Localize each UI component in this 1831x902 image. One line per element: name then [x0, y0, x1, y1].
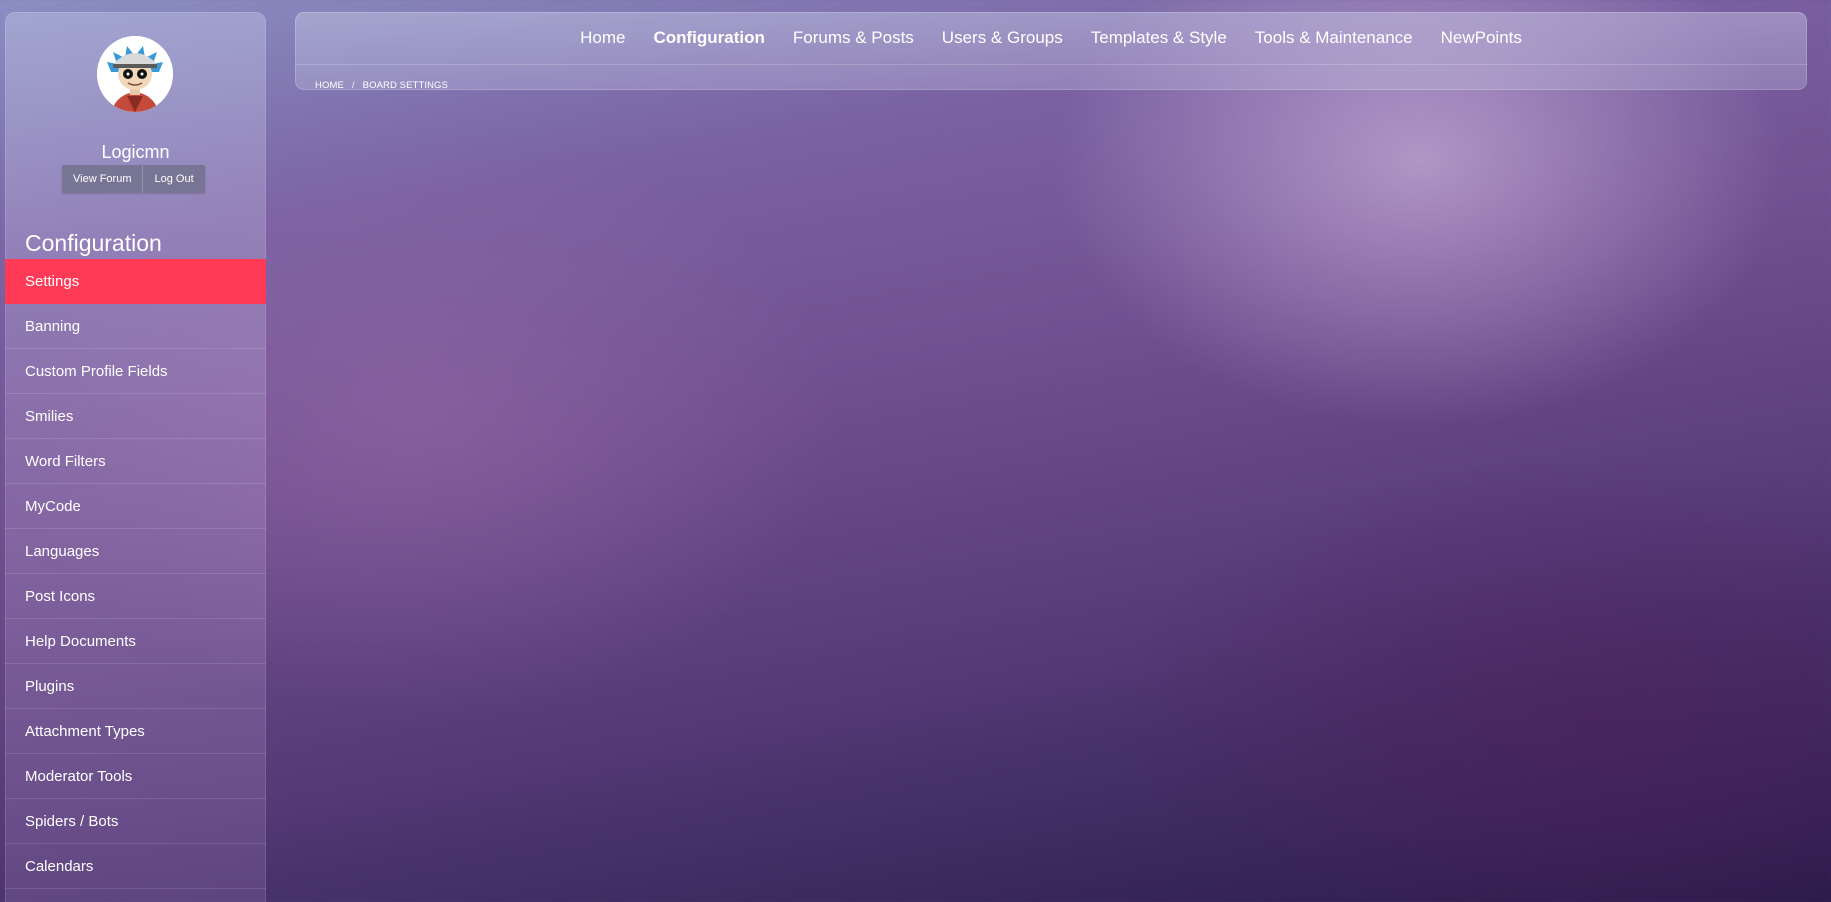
sidebar-item-banning[interactable]: Banning: [5, 304, 266, 349]
avatar-image-icon: [97, 36, 173, 112]
username: Logicmn: [101, 142, 170, 162]
view-forum-button[interactable]: View Forum: [62, 165, 143, 193]
sidebar-item-moderator-tools[interactable]: Moderator Tools: [5, 754, 266, 799]
sidebar-item-attachment-types[interactable]: Attachment Types: [5, 709, 266, 754]
sidebar-item-calendars[interactable]: Calendars: [5, 844, 266, 889]
breadcrumb: Home / Board Settings: [315, 80, 448, 91]
breadcrumb-board-settings[interactable]: Board Settings: [363, 80, 448, 91]
sidebar-item-languages[interactable]: Languages: [5, 529, 266, 574]
main-nav: Home Configuration Forums & Posts Users …: [295, 12, 1807, 65]
nav-tools-maintenance[interactable]: Tools & Maintenance: [1241, 28, 1427, 48]
sidebar-menu: Settings Banning Custom Profile Fields S…: [5, 259, 266, 889]
sidebar-item-settings[interactable]: Settings: [5, 259, 266, 304]
nav-forums-posts[interactable]: Forums & Posts: [779, 28, 928, 48]
sidebar-item-post-icons[interactable]: Post Icons: [5, 574, 266, 619]
nav-newpoints[interactable]: NewPoints: [1427, 28, 1536, 48]
breadcrumb-home[interactable]: Home: [315, 80, 344, 91]
breadcrumb-separator: /: [351, 80, 355, 91]
sidebar-item-plugins[interactable]: Plugins: [5, 664, 266, 709]
nav-users-groups[interactable]: Users & Groups: [928, 28, 1077, 48]
nav-home[interactable]: Home: [566, 28, 639, 48]
sidebar-item-custom-profile-fields[interactable]: Custom Profile Fields: [5, 349, 266, 394]
log-out-button[interactable]: Log Out: [142, 165, 205, 193]
sidebar-item-word-filters[interactable]: Word Filters: [5, 439, 266, 484]
sidebar: Logicmn View Forum Log Out Configuration…: [5, 12, 266, 902]
top-header: Home Configuration Forums & Posts Users …: [295, 12, 1807, 91]
user-actions: View Forum Log Out: [62, 165, 205, 193]
nav-configuration[interactable]: Configuration: [639, 28, 778, 48]
sidebar-item-mycode[interactable]: MyCode: [5, 484, 266, 529]
avatar[interactable]: [97, 36, 173, 112]
sidebar-item-help-documents[interactable]: Help Documents: [5, 619, 266, 664]
section-title: Configuration: [25, 230, 162, 256]
sidebar-item-smilies[interactable]: Smilies: [5, 394, 266, 439]
nav-templates-style[interactable]: Templates & Style: [1077, 28, 1241, 48]
sidebar-item-spiders-bots[interactable]: Spiders / Bots: [5, 799, 266, 844]
